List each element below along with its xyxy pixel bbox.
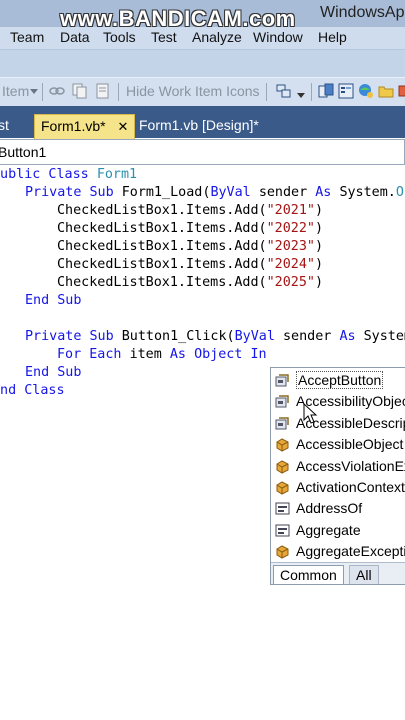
completion-item-label: ActivationContext <box>296 479 405 495</box>
work-item-toolbar: Item Hide Work Item Icons <box>0 77 405 107</box>
close-icon[interactable]: ✕ <box>117 119 128 134</box>
intellisense-popup[interactable]: AcceptButton AccessibilityObject Accessibl… <box>270 367 405 585</box>
class-icon <box>276 460 289 474</box>
code-line-13: End Class <box>0 383 65 398</box>
folder-icon[interactable] <box>378 83 394 99</box>
tab-previous[interactable]: st <box>0 114 9 138</box>
menu-analyze[interactable]: Analyze <box>192 29 242 45</box>
toolbar-separator <box>118 83 119 101</box>
completion-item[interactable]: ActivationContext <box>271 477 405 498</box>
member-dropdown[interactable]: Button1 <box>0 139 405 165</box>
code-line-2: Private Sub Form1_Load(ByVal sender As S… <box>25 185 405 200</box>
class-icon <box>276 481 289 495</box>
layout-icon[interactable] <box>276 83 292 99</box>
link-icon[interactable] <box>49 83 65 99</box>
member-dropdown-value: Button1 <box>0 144 47 160</box>
code-line-6: CheckedListBox1.Items.Add("2024") <box>57 257 324 272</box>
completion-item-label: AcceptButton <box>296 371 384 389</box>
completion-item[interactable]: AccessibilityObject <box>271 391 405 412</box>
code-line-8: End Sub <box>25 293 82 308</box>
menu-help[interactable]: Help <box>318 29 347 45</box>
completion-item[interactable]: AccessibleObject <box>271 434 405 455</box>
code-line-12: End Sub <box>25 365 82 380</box>
tab-all[interactable]: All <box>349 565 379 584</box>
title-bar: www.BANDICAM.com WindowsAp <box>0 0 405 31</box>
menu-bar: Team Data Tools Test Analyze Window Help <box>0 27 405 50</box>
toolbar-background <box>0 50 405 77</box>
completion-item[interactable]: AccessViolationException <box>271 456 405 477</box>
mouse-cursor-icon <box>303 403 318 424</box>
copy-icon[interactable] <box>72 83 88 99</box>
completion-item[interactable]: Aggregate <box>271 520 405 541</box>
completion-item-label: AccessibleObject <box>296 436 404 453</box>
code-line-7: CheckedListBox1.Items.Add("2025") <box>57 275 324 290</box>
tab-form1-vb[interactable]: Form1.vb* ✕ <box>34 114 136 139</box>
code-line-3: CheckedListBox1.Items.Add("2021") <box>57 203 324 218</box>
code-line-5: CheckedListBox1.Items.Add("2023") <box>57 239 324 254</box>
keyword-icon <box>275 502 290 515</box>
menu-window[interactable]: Window <box>253 29 303 45</box>
completion-item-label: AggregateException <box>296 543 405 560</box>
completion-item-label: Aggregate <box>296 521 361 538</box>
keyword-icon <box>275 524 290 537</box>
chevron-down-icon[interactable] <box>30 89 38 95</box>
property-icon <box>275 395 289 408</box>
completion-item[interactable]: AccessibleDescription <box>271 413 405 434</box>
toolbar-separator <box>42 83 43 101</box>
completion-tabs: Common All <box>271 562 405 584</box>
class-icon <box>276 545 289 559</box>
code-line-4: CheckedListBox1.Items.Add("2022") <box>57 221 324 236</box>
toolbar-separator <box>266 83 267 101</box>
extra-toolbar-icon[interactable] <box>398 83 405 99</box>
window-title: WindowsAp <box>320 4 405 21</box>
completion-item[interactable]: AddressOf <box>271 498 405 519</box>
property-icon <box>275 417 289 430</box>
completion-item[interactable]: AggregateException <box>271 541 405 562</box>
completion-item[interactable]: AcceptButton <box>271 370 405 391</box>
toolbox-icon[interactable] <box>318 83 334 99</box>
tab-form1-design[interactable]: Form1.vb [Design]* <box>139 114 259 138</box>
menu-test[interactable]: Test <box>151 29 177 45</box>
document-tab-strip: st Form1.vb* ✕ Form1.vb [Design]* <box>0 106 405 139</box>
menu-team[interactable]: Team <box>10 29 44 45</box>
menu-data[interactable]: Data <box>60 29 90 45</box>
tab-common[interactable]: Common <box>273 565 344 584</box>
hide-work-item-icons-button[interactable]: Hide Work Item Icons <box>126 83 260 99</box>
completion-item-label: AddressOf <box>296 500 363 517</box>
properties-icon[interactable] <box>338 83 354 99</box>
code-line-10: Private Sub Button1_Click(ByVal sender A… <box>25 329 405 344</box>
code-line-1: Public Class Form1 <box>0 167 138 182</box>
property-icon <box>275 374 289 387</box>
code-line-11: For Each item As Object In <box>57 347 267 362</box>
completion-item-label: AccessViolationException <box>296 457 405 474</box>
chevron-down-icon[interactable] <box>297 91 305 99</box>
menu-tools[interactable]: Tools <box>103 29 136 45</box>
work-item-icon[interactable] <box>95 83 111 99</box>
tab-label: Form1.vb* <box>41 118 106 134</box>
toolbar-separator <box>311 83 312 101</box>
item-dropdown[interactable]: Item <box>2 83 29 99</box>
class-icon <box>276 438 289 452</box>
object-browser-icon[interactable] <box>358 83 374 99</box>
